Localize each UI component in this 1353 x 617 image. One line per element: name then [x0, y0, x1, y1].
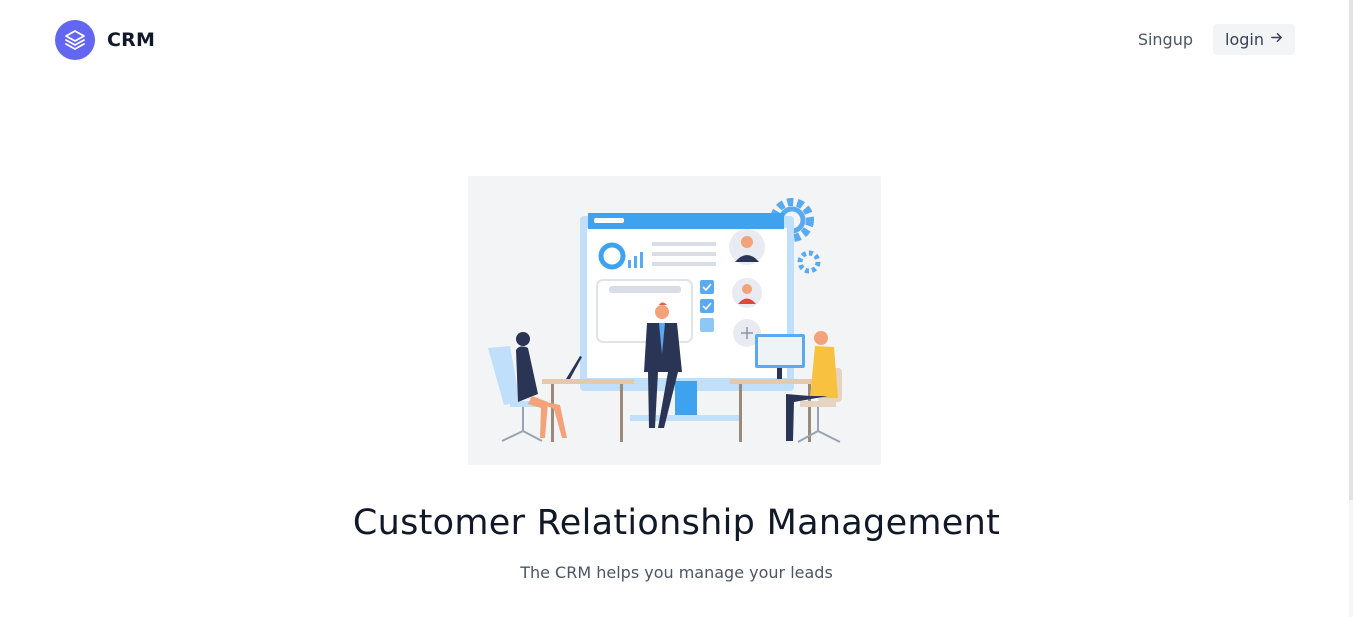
scrollbar[interactable]	[1349, 0, 1353, 617]
top-nav: Singup login	[1138, 24, 1295, 55]
arrow-right-icon	[1270, 31, 1283, 48]
hero-title: Customer Relationship Management	[352, 503, 1001, 543]
brand[interactable]: CRM	[55, 20, 155, 60]
landing-page: CRM Singup login Customer Relationship M…	[0, 0, 1353, 617]
hero-subtitle: The CRM helps you manage your leads	[520, 563, 833, 582]
login-button[interactable]: login	[1213, 24, 1295, 55]
brand-name: CRM	[107, 29, 156, 51]
layers-icon	[55, 20, 95, 60]
scrollbar-thumb[interactable]	[1349, 0, 1353, 500]
crm-team-illustration	[468, 176, 881, 465]
signup-link[interactable]: Singup	[1138, 30, 1193, 49]
login-label: login	[1225, 30, 1264, 49]
